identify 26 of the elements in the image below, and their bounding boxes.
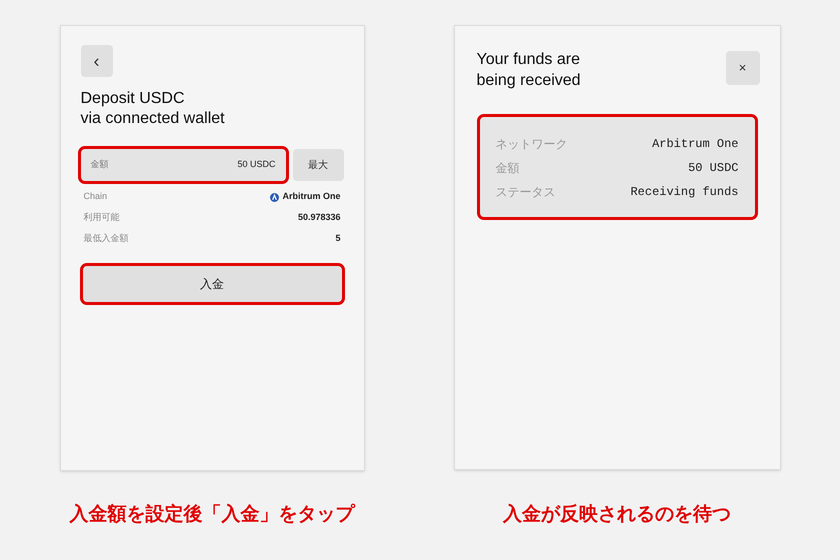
close-button[interactable]: × xyxy=(726,51,760,85)
info-value: Arbitrum One xyxy=(282,190,340,204)
detail-label: ネットワーク xyxy=(496,136,568,152)
deposit-button[interactable]: 入金 xyxy=(82,266,342,302)
deposit-subtitle: via connected wallet xyxy=(80,109,226,129)
deposit-title: Deposit USDC xyxy=(80,89,186,109)
back-button[interactable]: ‹ xyxy=(80,45,112,77)
status-title: Your funds are xyxy=(476,50,581,70)
detail-value: Arbitrum One xyxy=(652,136,738,152)
amount-field[interactable]: 金額 50 USDC xyxy=(80,149,286,181)
detail-value: 50 USDC xyxy=(688,160,738,176)
detail-label: 金額 xyxy=(496,160,520,176)
step-caption: 入金が反映されるのを待つ xyxy=(503,502,731,527)
max-button[interactable]: 最大 xyxy=(292,149,344,181)
detail-value: Receiving funds xyxy=(630,184,738,200)
amount-label: 金額 xyxy=(90,158,108,172)
info-label: 利用可能 xyxy=(84,211,120,224)
chain-logo-icon xyxy=(270,192,280,202)
amount-value: 50 USDC xyxy=(237,158,276,172)
info-label: 最低入金額 xyxy=(84,232,128,246)
step-caption: 入金額を設定後「入金」をタップ xyxy=(70,502,354,527)
info-label: Chain xyxy=(84,190,108,204)
info-value: 50.978336 xyxy=(298,211,340,224)
info-value: 5 xyxy=(335,232,340,246)
status-subtitle: being received xyxy=(476,71,581,91)
detail-label: ステータス xyxy=(496,184,556,200)
